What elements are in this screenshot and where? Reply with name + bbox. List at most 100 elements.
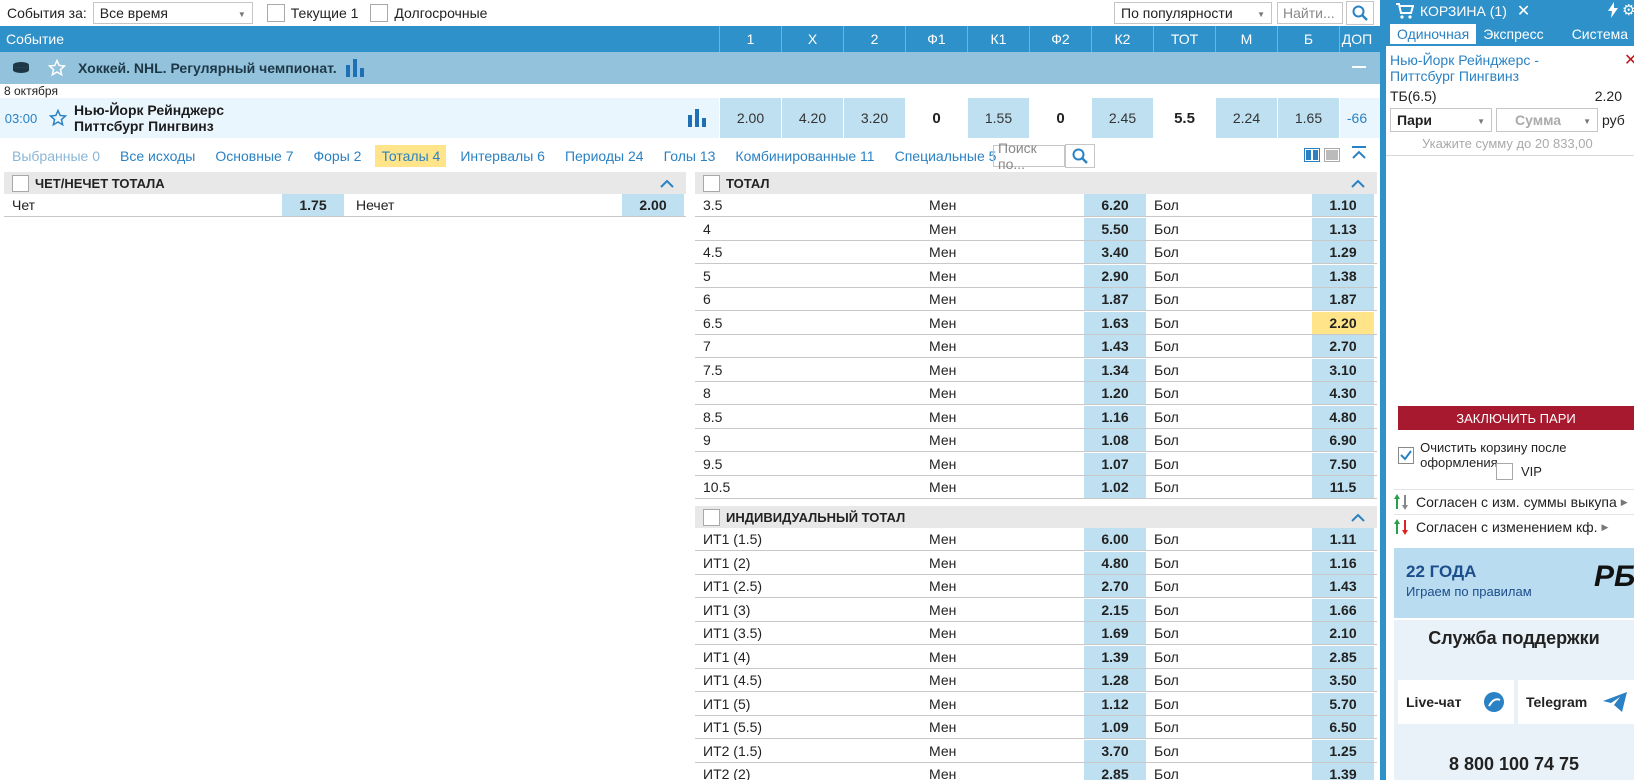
bet-sum-input[interactable]: Сумма ▼ — [1496, 108, 1598, 132]
market-tab[interactable]: Голы 13 — [658, 145, 722, 167]
market-tab[interactable]: Все исходы — [114, 145, 201, 167]
odd-even-checkbox[interactable] — [12, 174, 29, 192]
under-odd-cell[interactable]: 1.20 — [1084, 382, 1146, 404]
place-bet-button[interactable]: ЗАКЛЮЧИТЬ ПАРИ — [1398, 406, 1634, 430]
promo-banner[interactable]: 22 ГОДА Играем по правилам РБ — [1394, 548, 1634, 618]
market-tab[interactable]: Периоды 24 — [559, 145, 650, 167]
over-odd-cell[interactable]: 1.25 — [1312, 739, 1374, 762]
one-column-view-icon[interactable] — [1324, 148, 1340, 165]
over-odd-cell[interactable]: 1.66 — [1312, 598, 1374, 621]
league-bar[interactable]: Хоккей. NHL. Регулярный чемпионат. — [0, 52, 1380, 84]
market-tab[interactable]: Выбранные 0 — [6, 145, 106, 167]
market-tab[interactable]: Интервалы 6 — [454, 145, 551, 167]
odd-odd-cell[interactable]: 2.00 — [622, 194, 684, 216]
over-odd-cell[interactable]: 4.30 — [1312, 382, 1374, 404]
period-select[interactable]: Все время ▼ — [92, 2, 253, 24]
market-search-button[interactable] — [1065, 144, 1095, 168]
under-odd-cell[interactable]: 2.70 — [1084, 575, 1146, 597]
under-odd-cell[interactable]: 1.34 — [1084, 358, 1146, 381]
over-odd-cell[interactable]: 1.43 — [1312, 575, 1374, 597]
livechat-button[interactable]: Live-чат — [1398, 680, 1514, 724]
under-odd-cell[interactable]: 1.43 — [1084, 335, 1146, 357]
event-odd-cell[interactable]: 2.24 — [1215, 98, 1277, 138]
clear-basket-checkbox[interactable] — [1398, 446, 1415, 464]
over-odd-cell[interactable]: 2.70 — [1312, 335, 1374, 357]
under-odd-cell[interactable]: 2.85 — [1084, 763, 1146, 780]
basket-tab[interactable]: Система — [1565, 24, 1634, 44]
over-odd-cell[interactable]: 1.16 — [1312, 551, 1374, 574]
over-odd-cell[interactable]: 2.85 — [1312, 645, 1374, 668]
market-tab[interactable]: Комбинированные 11 — [729, 145, 880, 167]
under-odd-cell[interactable]: 5.50 — [1084, 217, 1146, 240]
over-odd-cell[interactable]: 7.50 — [1312, 452, 1374, 475]
longterm-checkbox[interactable] — [370, 4, 389, 22]
over-odd-cell[interactable]: 1.10 — [1312, 194, 1374, 216]
under-odd-cell[interactable]: 3.70 — [1084, 739, 1146, 762]
current-checkbox[interactable] — [266, 4, 285, 22]
event-odd-cell[interactable]: 2.45 — [1091, 98, 1153, 138]
over-odd-cell[interactable]: 1.11 — [1312, 528, 1374, 550]
over-odd-cell[interactable]: 5.70 — [1312, 692, 1374, 715]
bet-event-link[interactable]: Нью-Йорк Рейнджерс - Питтсбург Пингвинз — [1386, 46, 1606, 84]
under-odd-cell[interactable]: 1.09 — [1084, 716, 1146, 738]
event-favorite-star-icon[interactable] — [42, 98, 74, 138]
event-odd-cell[interactable]: 2.00 — [719, 98, 781, 138]
market-tab[interactable]: Тоталы 4 — [375, 145, 447, 167]
under-odd-cell[interactable]: 1.39 — [1084, 645, 1146, 668]
over-odd-cell[interactable]: 6.50 — [1312, 716, 1374, 738]
under-odd-cell[interactable]: 1.07 — [1084, 452, 1146, 475]
under-odd-cell[interactable]: 6.20 — [1084, 194, 1146, 216]
under-odd-cell[interactable]: 1.87 — [1084, 288, 1146, 310]
market-tab[interactable]: Основные 7 — [209, 145, 299, 167]
under-odd-cell[interactable]: 1.08 — [1084, 429, 1146, 451]
over-odd-cell[interactable]: 1.39 — [1312, 763, 1374, 780]
event-teams[interactable]: Нью-Йорк Рейнджерс Питтсбург Пингвинз — [74, 98, 674, 138]
basket-close-icon[interactable]: ✕ — [1517, 1, 1530, 21]
over-odd-cell[interactable]: 6.90 — [1312, 429, 1374, 451]
under-odd-cell[interactable]: 2.15 — [1084, 598, 1146, 621]
agree-odds-option[interactable]: Согласен с изменением кф. ▶ — [1394, 514, 1634, 539]
under-odd-cell[interactable]: 3.40 — [1084, 241, 1146, 263]
two-column-view-icon[interactable] — [1304, 148, 1320, 165]
chevron-up-icon[interactable] — [660, 176, 674, 191]
market-tab[interactable]: Форы 2 — [307, 145, 367, 167]
event-search-button[interactable] — [1346, 1, 1374, 25]
over-odd-cell[interactable]: 3.10 — [1312, 358, 1374, 381]
remove-bet-icon[interactable]: ✕ — [1624, 50, 1634, 70]
statistics-icon[interactable] — [345, 59, 365, 77]
bet-kind-select[interactable]: Пари ▼ — [1390, 108, 1492, 132]
under-odd-cell[interactable]: 1.28 — [1084, 669, 1146, 691]
basket-tab[interactable]: Одиночная — [1390, 24, 1477, 44]
under-odd-cell[interactable]: 4.80 — [1084, 551, 1146, 574]
event-odd-cell[interactable]: 1.55 — [967, 98, 1029, 138]
under-odd-cell[interactable]: 1.63 — [1084, 311, 1146, 334]
over-odd-cell[interactable]: 4.80 — [1312, 405, 1374, 428]
settings-gear-icon[interactable]: ⚙ — [1622, 1, 1634, 19]
chevron-up-icon[interactable] — [1351, 176, 1365, 191]
over-odd-cell[interactable]: 1.38 — [1312, 264, 1374, 287]
market-tab[interactable]: Специальные 5 — [889, 145, 1003, 167]
chevron-up-icon[interactable] — [1351, 510, 1365, 525]
over-odd-cell[interactable]: 1.87 — [1312, 288, 1374, 310]
over-odd-cell[interactable]: 2.20 — [1312, 311, 1374, 334]
event-statistics-icon[interactable] — [674, 98, 719, 138]
event-odd-cell[interactable]: 1.65 — [1277, 98, 1339, 138]
vip-checkbox[interactable] — [1496, 463, 1513, 480]
sort-select[interactable]: По популярности ▼ — [1114, 2, 1272, 24]
over-odd-cell[interactable]: 2.10 — [1312, 622, 1374, 644]
over-odd-cell[interactable]: 1.29 — [1312, 241, 1374, 263]
favorite-star-icon[interactable] — [42, 59, 72, 77]
under-odd-cell[interactable]: 1.02 — [1084, 476, 1146, 498]
over-odd-cell[interactable]: 1.13 — [1312, 217, 1374, 240]
event-search-input[interactable]: Найти... — [1277, 2, 1343, 24]
telegram-button[interactable]: Telegram — [1518, 680, 1634, 724]
event-odd-cell[interactable]: 3.20 — [843, 98, 905, 138]
under-odd-cell[interactable]: 1.16 — [1084, 405, 1146, 428]
total-checkbox[interactable] — [703, 174, 720, 192]
even-odd-cell[interactable]: 1.75 — [282, 194, 344, 216]
under-odd-cell[interactable]: 1.69 — [1084, 622, 1146, 644]
under-odd-cell[interactable]: 6.00 — [1084, 528, 1146, 550]
lightning-icon[interactable] — [1608, 2, 1618, 21]
under-odd-cell[interactable]: 2.90 — [1084, 264, 1146, 287]
collapse-all-icon[interactable] — [1350, 144, 1368, 167]
